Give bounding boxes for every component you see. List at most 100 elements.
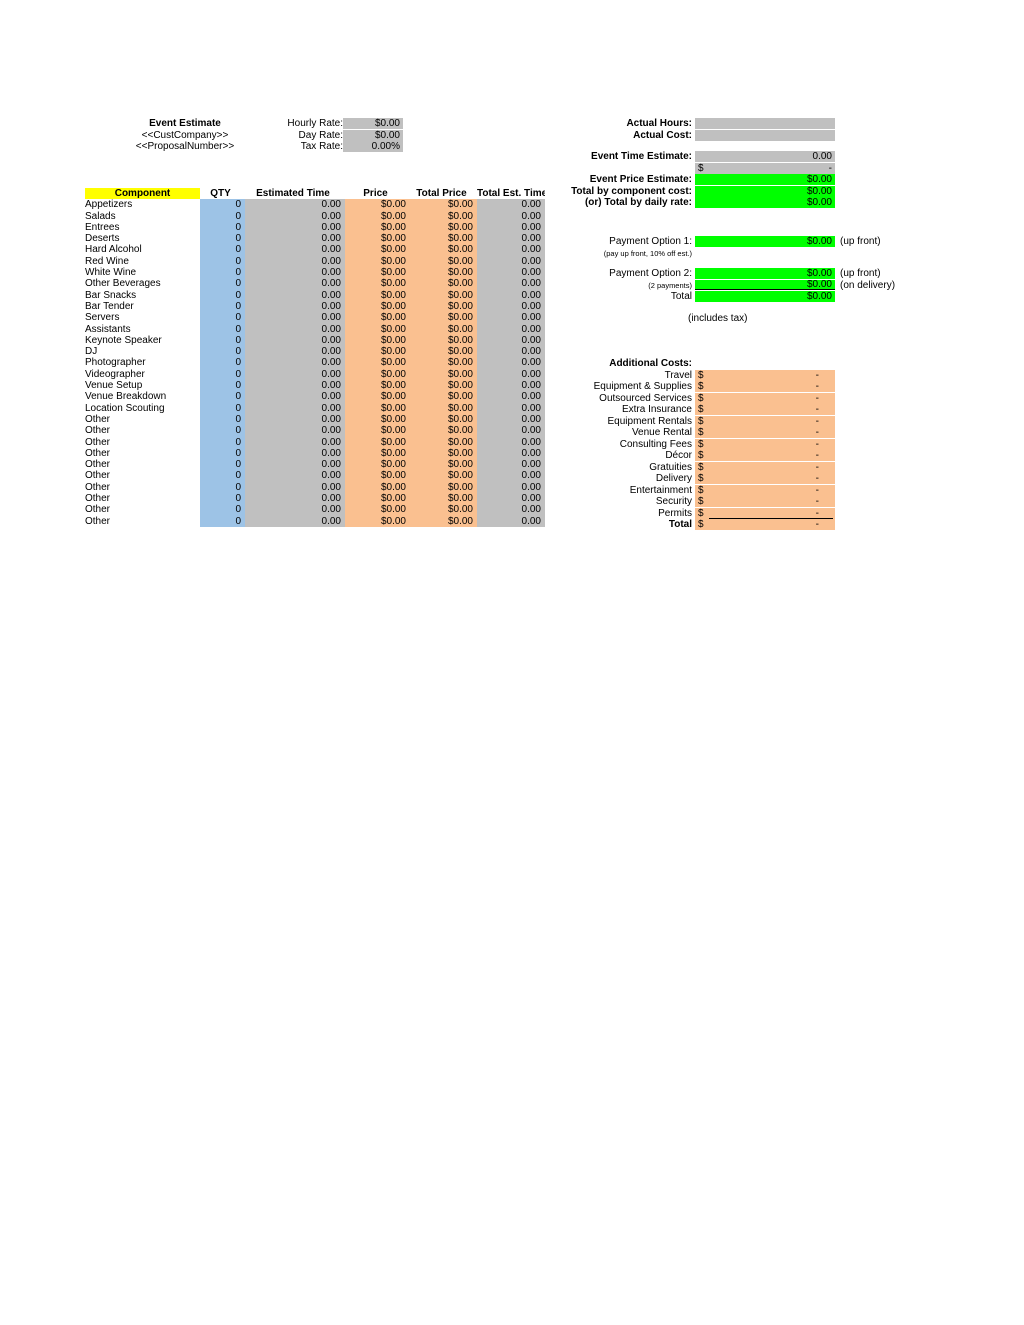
cell-estimated-time[interactable]: 0.00 [245,323,345,335]
cell-qty[interactable]: 0 [200,515,245,527]
cell-estimated-time[interactable]: 0.00 [245,244,345,256]
cell-price[interactable]: $0.00 [345,244,410,256]
cell-price[interactable]: $0.00 [345,425,410,437]
cell-price[interactable]: $0.00 [345,504,410,516]
cell-estimated-time[interactable]: 0.00 [245,425,345,437]
cell-price[interactable]: $0.00 [345,323,410,335]
cell-price[interactable]: $0.00 [345,447,410,460]
additional-cost-value[interactable]: $ - [695,392,835,404]
cell-estimated-time[interactable]: 0.00 [245,300,345,313]
cell-price[interactable]: $0.00 [345,413,410,426]
additional-cost-value[interactable]: $ - [695,450,835,462]
cell-price[interactable]: $0.00 [345,233,410,245]
cell-price[interactable]: $0.00 [345,346,410,358]
cell-price[interactable]: $0.00 [345,199,410,211]
cell-qty[interactable]: 0 [200,267,245,279]
cell-price[interactable]: $0.00 [345,300,410,313]
cell-price[interactable]: $0.00 [345,289,410,301]
additional-cost-value[interactable]: $ - [695,461,835,473]
cell-price[interactable]: $0.00 [345,368,410,381]
cell-qty[interactable]: 0 [200,391,245,403]
cell-estimated-time[interactable]: 0.00 [245,493,345,505]
cell-qty[interactable]: 0 [200,233,245,245]
cell-estimated-time[interactable]: 0.00 [245,278,345,290]
tax-rate-value[interactable]: 0.00% [343,141,403,153]
day-rate-value[interactable]: $0.00 [343,129,403,141]
cell-qty[interactable]: 0 [200,334,245,347]
additional-cost-value[interactable]: $ - [695,484,835,496]
cell-qty[interactable]: 0 [200,312,245,324]
cell-price[interactable]: $0.00 [345,436,410,448]
cell-estimated-time[interactable]: 0.00 [245,199,345,211]
cell-price[interactable]: $0.00 [345,470,410,482]
cell-estimated-time[interactable]: 0.00 [245,470,345,482]
cell-price[interactable]: $0.00 [345,391,410,403]
cell-estimated-time[interactable]: 0.00 [245,289,345,301]
cell-estimated-time[interactable]: 0.00 [245,210,345,222]
additional-cost-value[interactable]: $ - [695,473,835,485]
cell-estimated-time[interactable]: 0.00 [245,504,345,516]
cell-qty[interactable]: 0 [200,244,245,256]
cell-qty[interactable]: 0 [200,221,245,234]
cell-price[interactable]: $0.00 [345,210,410,222]
cell-qty[interactable]: 0 [200,289,245,301]
cell-qty[interactable]: 0 [200,346,245,358]
cell-estimated-time[interactable]: 0.00 [245,447,345,460]
cell-price[interactable]: $0.00 [345,267,410,279]
cell-qty[interactable]: 0 [200,459,245,471]
additional-cost-value[interactable]: $ - [695,427,835,439]
cell-estimated-time[interactable]: 0.00 [245,413,345,426]
cell-qty[interactable]: 0 [200,481,245,494]
cell-qty[interactable]: 0 [200,357,245,369]
additional-cost-value[interactable]: $ - [695,438,835,450]
cell-qty[interactable]: 0 [200,278,245,290]
cell-qty[interactable]: 0 [200,436,245,448]
cell-estimated-time[interactable]: 0.00 [245,312,345,324]
cell-qty[interactable]: 0 [200,493,245,505]
additional-cost-value[interactable]: $ - [695,496,835,508]
actual-cost-value[interactable] [695,129,835,141]
cell-price[interactable]: $0.00 [345,357,410,369]
cell-qty[interactable]: 0 [200,255,245,268]
cell-price[interactable]: $0.00 [345,334,410,347]
hourly-rate-value[interactable]: $0.00 [343,118,403,130]
cell-qty[interactable]: 0 [200,504,245,516]
additional-cost-value[interactable]: $ - [695,404,835,416]
cell-price[interactable]: $0.00 [345,493,410,505]
cell-estimated-time[interactable]: 0.00 [245,391,345,403]
additional-cost-value[interactable]: $ - [695,415,835,427]
cell-estimated-time[interactable]: 0.00 [245,436,345,448]
cell-estimated-time[interactable]: 0.00 [245,221,345,234]
cell-qty[interactable]: 0 [200,368,245,381]
cell-estimated-time[interactable]: 0.00 [245,334,345,347]
cell-estimated-time[interactable]: 0.00 [245,459,345,471]
cell-price[interactable]: $0.00 [345,459,410,471]
cell-qty[interactable]: 0 [200,470,245,482]
cell-qty[interactable]: 0 [200,413,245,426]
additional-cost-value[interactable]: $ - [695,381,835,393]
cell-price[interactable]: $0.00 [345,515,410,527]
cell-estimated-time[interactable]: 0.00 [245,481,345,494]
cell-price[interactable]: $0.00 [345,255,410,268]
cell-estimated-time[interactable]: 0.00 [245,380,345,392]
cell-qty[interactable]: 0 [200,210,245,222]
cell-estimated-time[interactable]: 0.00 [245,368,345,381]
actual-hours-value[interactable] [695,118,835,130]
cell-qty[interactable]: 0 [200,199,245,211]
additional-cost-value[interactable]: $ - [695,369,835,381]
cell-estimated-time[interactable]: 0.00 [245,267,345,279]
cell-price[interactable]: $0.00 [345,481,410,494]
cell-estimated-time[interactable]: 0.00 [245,233,345,245]
cell-price[interactable]: $0.00 [345,402,410,414]
cell-qty[interactable]: 0 [200,380,245,392]
cell-qty[interactable]: 0 [200,425,245,437]
cell-price[interactable]: $0.00 [345,221,410,234]
cell-price[interactable]: $0.00 [345,380,410,392]
cell-estimated-time[interactable]: 0.00 [245,346,345,358]
cell-qty[interactable]: 0 [200,300,245,313]
cell-qty[interactable]: 0 [200,323,245,335]
cell-qty[interactable]: 0 [200,402,245,414]
cell-estimated-time[interactable]: 0.00 [245,402,345,414]
cell-price[interactable]: $0.00 [345,278,410,290]
cell-qty[interactable]: 0 [200,447,245,460]
